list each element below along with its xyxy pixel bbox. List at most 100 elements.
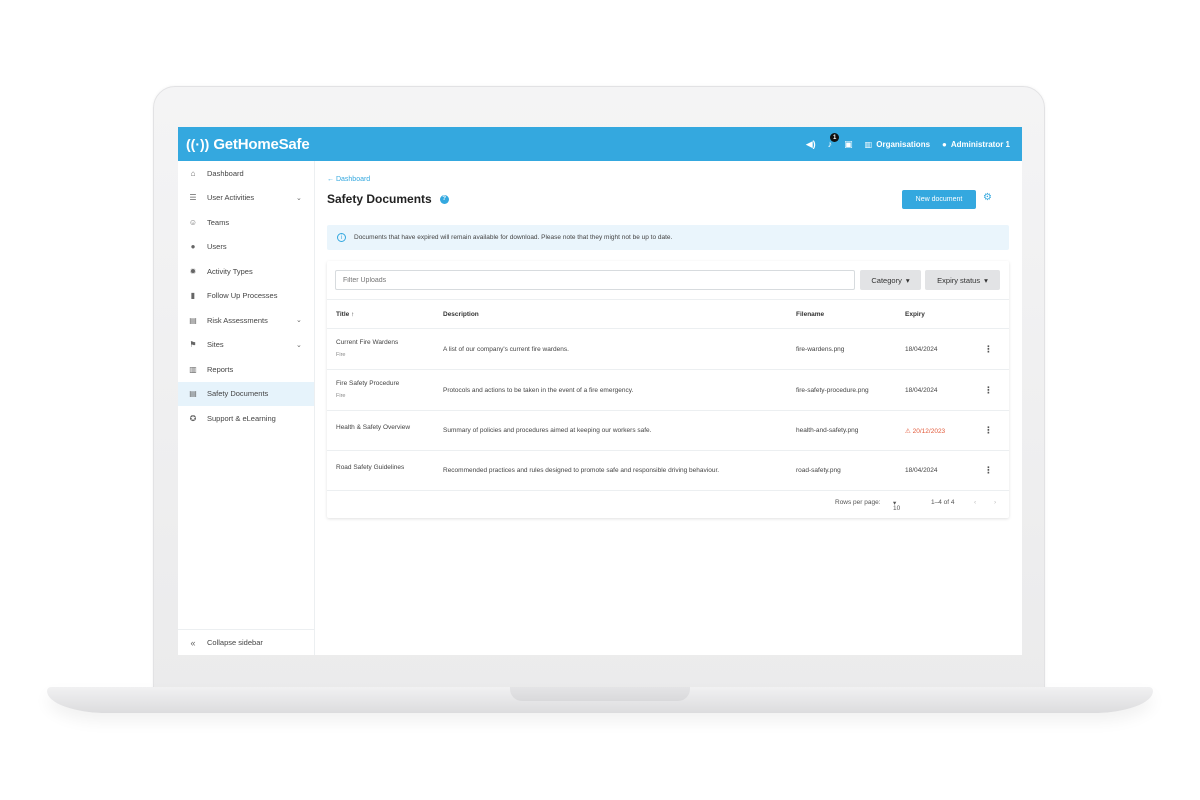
table-row[interactable]: Current Fire Wardens Fire A list of our co…	[327, 329, 1009, 370]
row-expiry: ⚠ 20/12/2023	[905, 427, 945, 435]
row-title-cell: Road Safety Guidelines	[336, 464, 404, 471]
row-title: Road Safety Guidelines	[336, 464, 405, 471]
chevron-down-icon[interactable]: ⌄	[296, 341, 306, 349]
previous-page-icon[interactable]: ‹	[974, 499, 976, 506]
row-description: A list of our company's current fire war…	[443, 346, 569, 353]
user-icon: ●	[190, 242, 196, 252]
sidebar-item-label: Activity Types	[207, 266, 253, 276]
page-title: Safety Documents ?	[327, 192, 449, 206]
sidebar-item-user-activities[interactable]: ☰ User Activities ⌄	[178, 186, 314, 211]
sort-arrow-up-icon: ↑	[351, 311, 355, 318]
row-title-cell: Health & Safety Overview	[336, 424, 410, 431]
app-screen: ((·)) GetHomeSafe ◀) ♪ 1 ▣ ▥ Organisation…	[178, 127, 1022, 655]
info-icon: i	[337, 233, 346, 242]
back-to-dashboard-link[interactable]: ← Dashboard	[327, 176, 370, 183]
gear-icon: ✹	[189, 266, 197, 276]
row-title-cell: Fire Safety Procedure Fire	[336, 380, 399, 399]
back-link-label: Dashboard	[335, 176, 371, 183]
sidebar-item-label: Teams	[207, 217, 230, 227]
chevron-down-icon[interactable]: ⌄	[296, 194, 306, 202]
sidebar-item-safety-documents[interactable]: ▤ Safety Documents	[178, 381, 314, 406]
sidebar-item-sites[interactable]: ⚑ Sites ⌄	[178, 333, 314, 358]
column-header-description: Description	[443, 311, 479, 318]
sidebar-item-activity-types[interactable]: ✹ Activity Types	[178, 259, 314, 284]
collapse-sidebar-button[interactable]: « Collapse sidebar	[178, 629, 315, 655]
collapse-sidebar-label: Collapse sidebar	[207, 638, 263, 647]
column-header-title[interactable]: Title ↑	[336, 311, 354, 318]
rows-per-page-select[interactable]: 10 ▾	[893, 499, 900, 512]
chart-icon: ▥	[189, 364, 197, 374]
row-filename[interactable]: health-and-safety.png	[796, 427, 858, 434]
settings-gear-icon[interactable]: ⚙	[983, 192, 992, 203]
sidebar-item-dashboard[interactable]: ⌂ Dashboard	[178, 161, 314, 186]
sidebar-item-label: Risk Assessments	[207, 315, 268, 325]
sidebar-item-label: Follow Up Processes	[207, 291, 278, 301]
row-expiry-date: 18/04/2024	[905, 346, 938, 353]
sidebar-item-label: User Activities	[207, 193, 255, 203]
sidebar-item-teams[interactable]: ☺ Teams	[178, 210, 314, 235]
sidebar-item-label: Users	[207, 242, 227, 252]
arrow-left-icon: ←	[327, 176, 334, 183]
row-filename[interactable]: fire-safety-procedure.png	[796, 387, 869, 394]
signal-logo-icon: ((·))	[186, 136, 210, 152]
support-icon: ✪	[189, 413, 197, 423]
megaphone-icon[interactable]: ◀)	[806, 139, 816, 150]
sidebar-item-users[interactable]: ● Users	[178, 235, 314, 260]
rows-per-page-value: 10	[893, 505, 901, 512]
row-description: Protocols and actions to be taken in the…	[443, 387, 634, 394]
main-content: ← Dashboard Safety Documents ? New docum…	[315, 161, 1022, 655]
sidebar-item-reports[interactable]: ▥ Reports	[178, 357, 314, 382]
category-label: Category	[871, 275, 902, 285]
sites-icon: ⚑	[189, 340, 197, 350]
row-expiry-date: 18/04/2024	[905, 387, 938, 394]
row-filename[interactable]: fire-wardens.png	[796, 346, 844, 353]
team-icon: ☺	[188, 217, 198, 227]
sidebar-nav: ⌂ Dashboard ☰ User Activities ⌄ ☺ Teams ● Users ✹…	[178, 161, 314, 431]
row-expiry-date: 20/12/2023	[912, 428, 946, 435]
chevron-down-icon[interactable]: ⌄	[296, 316, 306, 324]
sidebar-item-follow-up-processes[interactable]: ▮ Follow Up Processes	[178, 284, 314, 309]
sidebar-item-support-elearning[interactable]: ✪ Support & eLearning	[178, 406, 314, 431]
new-document-button[interactable]: New document	[902, 190, 976, 209]
brand-name: GetHomeSafe	[213, 135, 310, 153]
user-menu[interactable]: ● Administrator 1	[942, 140, 1010, 149]
document-icon: ▤	[189, 389, 197, 399]
table-row[interactable]: Fire Safety Procedure Fire Protocols and a…	[327, 370, 1009, 411]
row-description: Summary of policies and procedures aimed…	[443, 427, 652, 434]
save-icon[interactable]: ▣	[844, 139, 853, 150]
sidebar-item-risk-assessments[interactable]: ▤ Risk Assessments ⌄	[178, 308, 314, 333]
rows-per-page-label: Rows per page:	[835, 499, 881, 506]
row-expiry: 18/04/2024	[905, 387, 938, 394]
category-dropdown[interactable]: Category ▾	[860, 270, 921, 290]
expiry-status-dropdown[interactable]: Expiry status ▾	[925, 270, 1000, 290]
row-title: Current Fire Wardens	[336, 339, 399, 346]
row-title-cell: Current Fire Wardens Fire	[336, 339, 398, 358]
row-category: Fire	[336, 352, 346, 358]
document-icon: ▤	[189, 315, 197, 325]
next-page-icon[interactable]: ›	[994, 499, 996, 506]
sidebar-item-label: Support & eLearning	[207, 413, 276, 423]
list-icon: ☰	[189, 193, 197, 203]
row-actions-kebab-icon[interactable]: ⋮	[984, 465, 993, 476]
row-actions-kebab-icon[interactable]: ⋮	[984, 425, 993, 436]
row-actions-kebab-icon[interactable]: ⋮	[984, 385, 993, 396]
table-row[interactable]: Road Safety Guidelines Recommended practi…	[327, 451, 1009, 491]
sidebar: ⌂ Dashboard ☰ User Activities ⌄ ☺ Teams ● Users ✹…	[178, 161, 315, 655]
bell-icon[interactable]: ♪ 1	[828, 133, 840, 149]
row-filename[interactable]: road-safety.png	[796, 467, 841, 474]
organisations-menu[interactable]: ▥ Organisations	[865, 140, 930, 149]
page-title-text: Safety Documents	[327, 192, 432, 206]
column-header-filename: Filename	[796, 311, 825, 318]
filter-uploads-input[interactable]	[335, 270, 855, 290]
building-icon: ▥	[864, 139, 873, 149]
row-actions-kebab-icon[interactable]: ⋮	[984, 344, 993, 355]
pagination: Rows per page: 10 ▾ 1–4 of 4 ‹ ›	[327, 493, 1009, 513]
sidebar-item-label: Sites	[207, 340, 224, 350]
row-description: Recommended practices and rules designed…	[443, 467, 720, 474]
sidebar-item-label: Dashboard	[207, 168, 244, 178]
caret-down-icon: ▾	[905, 275, 910, 285]
table-row[interactable]: Health & Safety Overview Summary of polic…	[327, 411, 1009, 451]
laptop-notch	[510, 687, 690, 701]
brand-logo[interactable]: ((·)) GetHomeSafe	[186, 135, 310, 153]
help-icon[interactable]: ?	[439, 194, 449, 204]
